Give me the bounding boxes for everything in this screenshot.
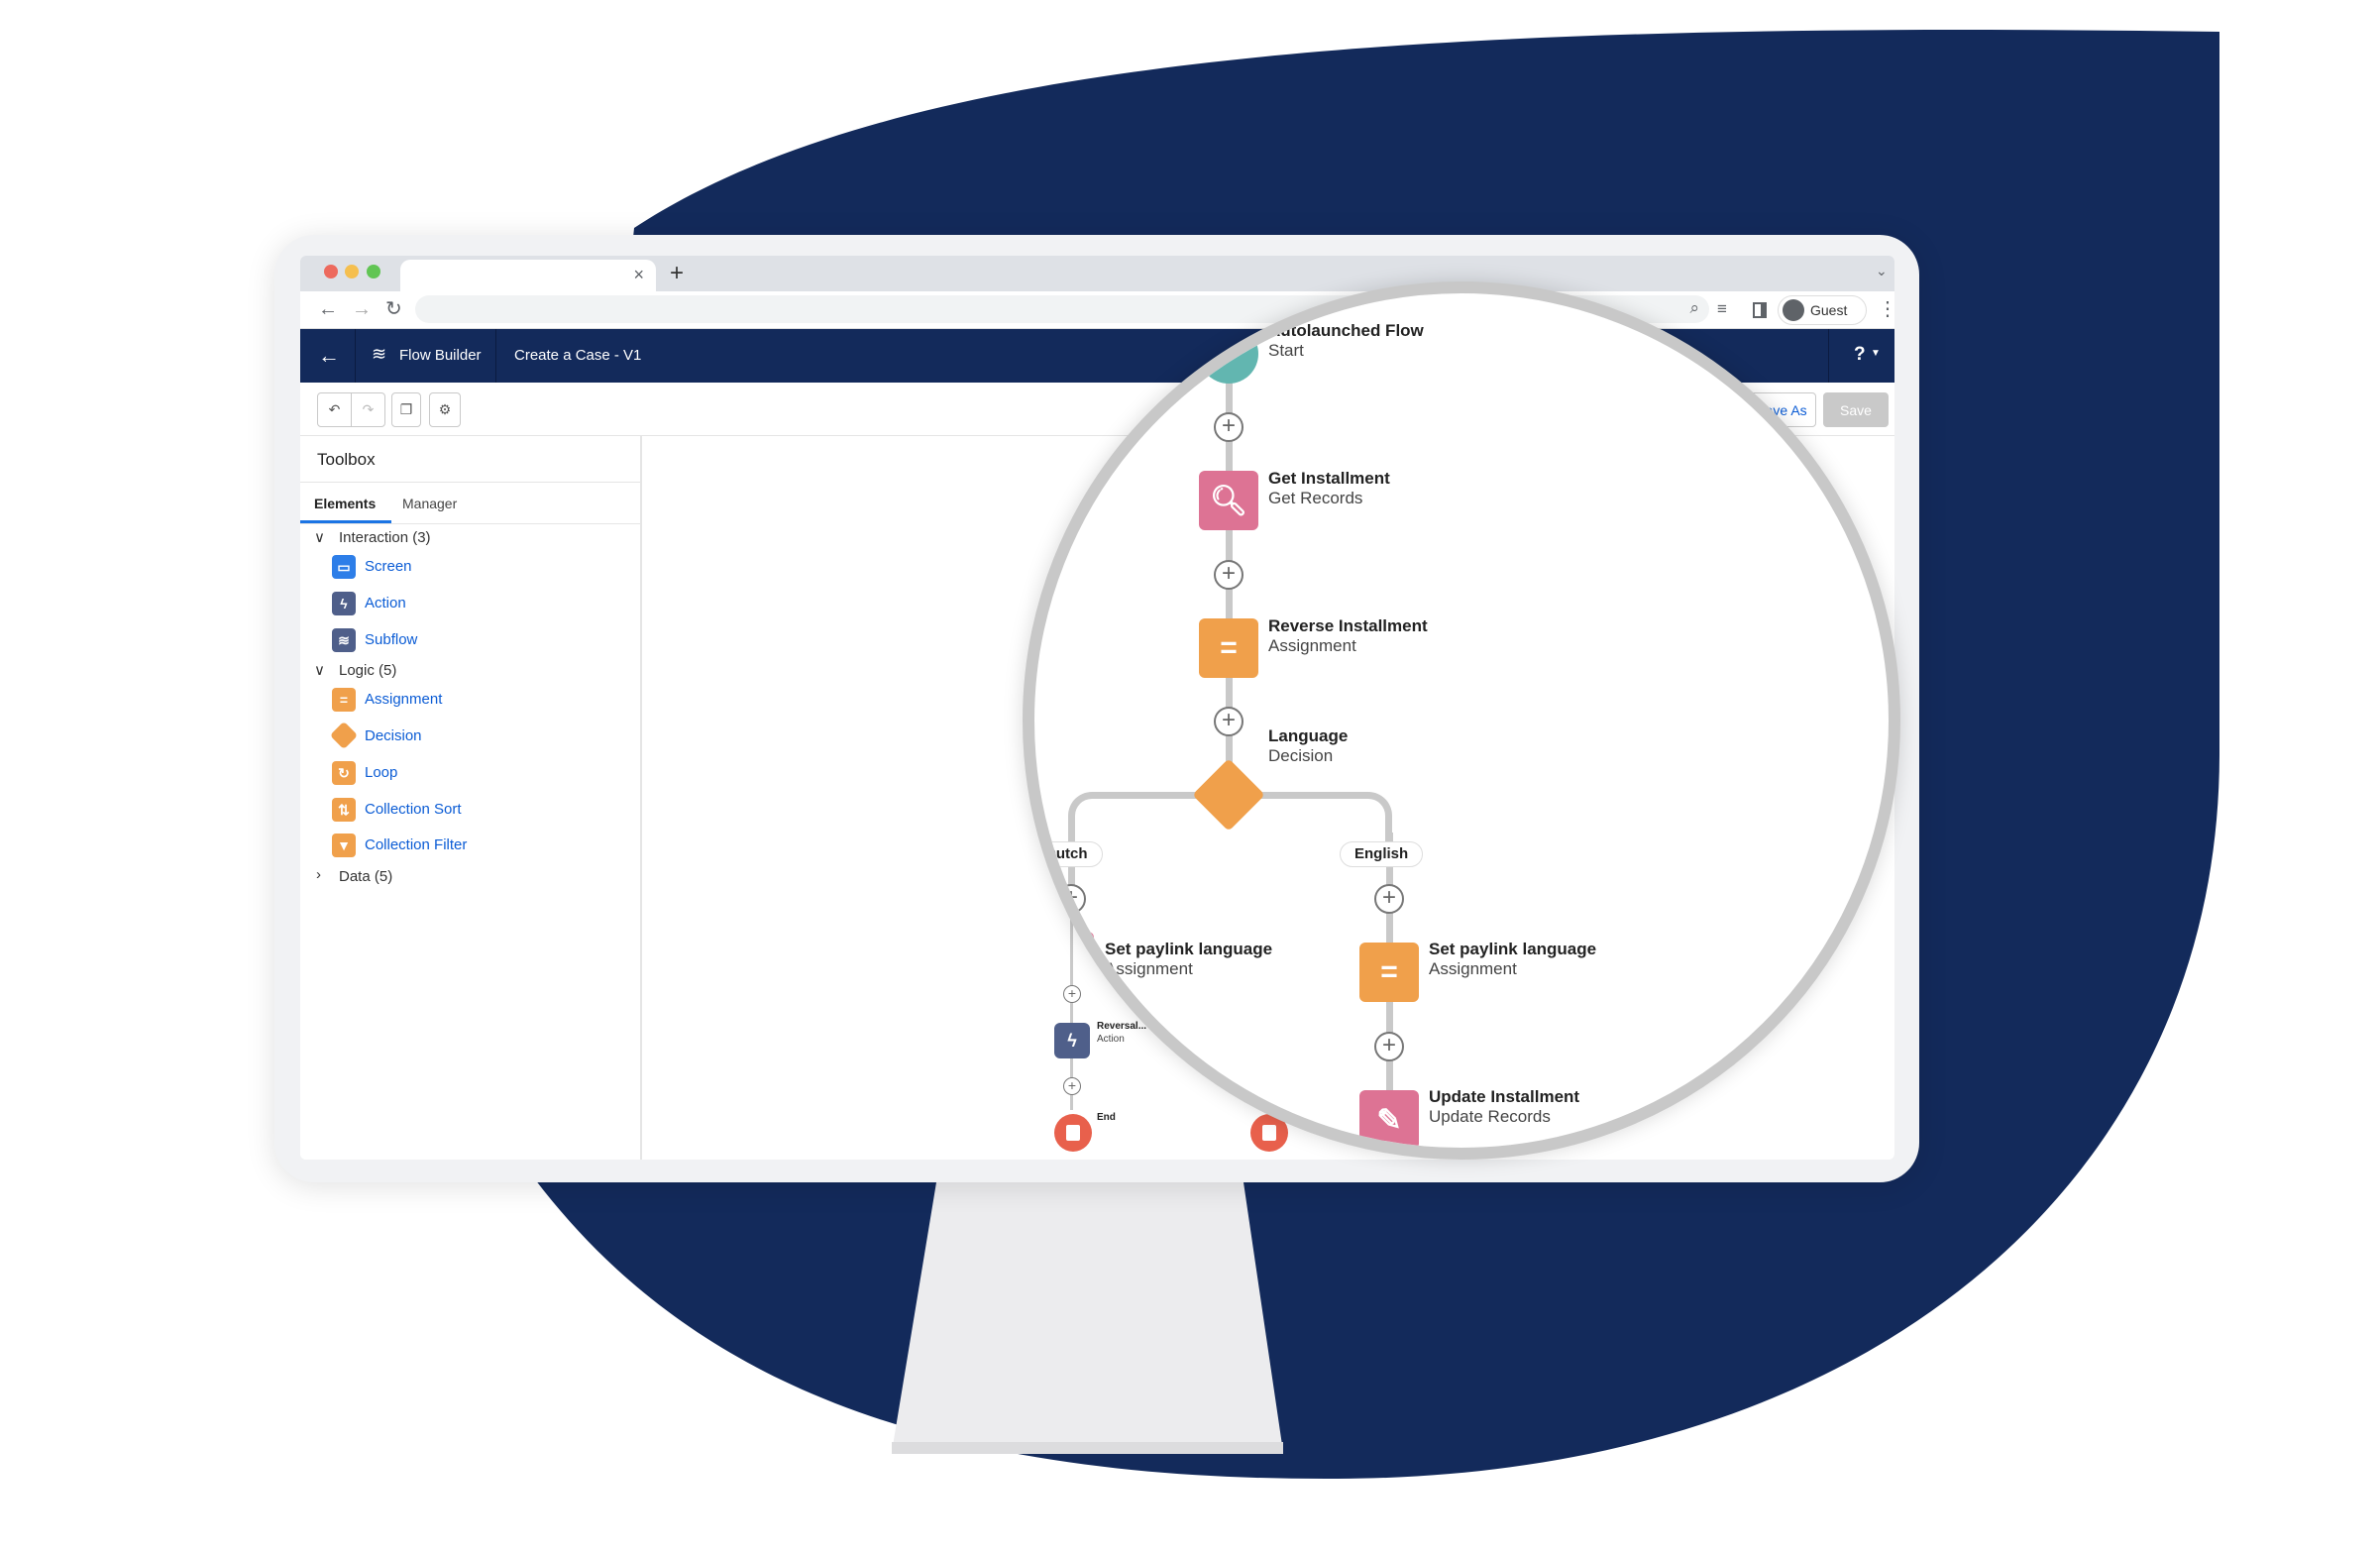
add-element-button[interactable]: + [1374, 1032, 1404, 1061]
tab-elements[interactable]: Elements [314, 496, 376, 511]
get-records-node[interactable]: 🔍︎ [1199, 471, 1258, 530]
browser-tab[interactable]: × [400, 260, 656, 291]
redo-button[interactable]: ↷ [351, 392, 385, 427]
node-title: Get Installment [1268, 469, 1390, 488]
screen-icon: ▭ [332, 555, 356, 579]
assignment-node[interactable]: = [1199, 618, 1258, 678]
maximize-window-button[interactable] [367, 265, 380, 278]
node-title: Reverse Installment [1268, 616, 1428, 635]
add-element-button[interactable]: + [1214, 560, 1244, 590]
chevron-down-icon[interactable]: ⌄ [1876, 264, 1888, 278]
subflow-icon: ≋ [332, 628, 356, 652]
node-title: Update Installment [1429, 1087, 1580, 1106]
add-element-button[interactable]: + [1374, 884, 1404, 914]
action-icon: ϟ [332, 592, 356, 615]
add-element-button[interactable]: + [1056, 884, 1086, 914]
node-title: Set paylink language [1105, 940, 1273, 958]
add-element-button[interactable]: + [1214, 707, 1244, 736]
toolbox-item-action[interactable]: Action [365, 595, 406, 611]
group-data[interactable]: Data (5) [339, 868, 392, 885]
filter-icon: ▼ [332, 834, 356, 857]
toolbox-item-loop[interactable]: Loop [365, 764, 397, 781]
node-title: Language [1268, 726, 1349, 745]
tab-bar: × + ⌄ [300, 256, 1894, 291]
app-name: Flow Builder [399, 347, 482, 364]
copy-icon[interactable]: ❐ [391, 392, 421, 427]
branch-label-english[interactable]: English [1340, 841, 1424, 867]
update-records-node[interactable]: ✎ [1054, 932, 1094, 971]
assignment-node[interactable]: = [1359, 943, 1419, 1002]
group-interaction[interactable]: Interaction (3) [339, 529, 431, 546]
loop-icon: ↻ [332, 761, 356, 785]
close-window-button[interactable] [324, 265, 338, 278]
tab-close-icon[interactable]: × [633, 266, 644, 283]
node-type: Start [1268, 341, 1304, 360]
back-icon[interactable]: ← [318, 299, 338, 319]
toolbox-title: Toolbox [317, 450, 376, 469]
group-logic[interactable]: Logic (5) [339, 662, 396, 679]
assignment-icon: = [332, 688, 356, 712]
monitor-stand [892, 1182, 1283, 1452]
toolbox-panel: Toolbox Elements Manager ∨ Interaction (… [300, 436, 642, 1160]
toolbox-item-collection-filter[interactable]: Collection Filter [365, 836, 467, 853]
toolbox-item-decision[interactable]: Decision [365, 727, 422, 744]
toolbox-item-subflow[interactable]: Subflow [365, 631, 417, 648]
toolbox-item-collection-sort[interactable]: Collection Sort [365, 801, 462, 818]
node-type: Assignment [1429, 959, 1517, 978]
update-records-node[interactable]: ✎ [1359, 1090, 1419, 1148]
node-type: Decision [1268, 746, 1334, 765]
flow-icon: ≋ [372, 344, 387, 364]
toolbox-item-assignment[interactable]: Assignment [365, 691, 442, 708]
node-type: Assignment [1105, 959, 1193, 978]
undo-button[interactable]: ↶ [317, 392, 352, 427]
branch-label-dutch[interactable]: Dutch [1034, 841, 1103, 867]
chevron-down-icon[interactable]: ∨ [314, 528, 325, 546]
reload-icon[interactable]: ↻ [385, 299, 402, 319]
forward-icon[interactable]: → [352, 299, 372, 319]
back-arrow-icon[interactable]: ← [318, 343, 340, 369]
sort-icon: ⇅ [332, 798, 356, 822]
node-type: Get Records [1268, 489, 1363, 507]
node-title: Set paylink language [1429, 940, 1597, 958]
node-type: Assignment [1268, 636, 1356, 655]
toolbox-item-screen[interactable]: Screen [365, 558, 412, 575]
magnifier-lens: Autolaunched Flow Start + 🔍︎ Get Install… [1023, 281, 1900, 1160]
chevron-down-icon[interactable]: ∨ [314, 661, 325, 679]
add-element-button[interactable]: + [1214, 412, 1244, 442]
new-tab-button[interactable]: + [670, 262, 684, 285]
tab-manager[interactable]: Manager [402, 496, 457, 511]
node-type: Update Records [1429, 1107, 1551, 1126]
chevron-right-icon[interactable]: › [316, 866, 321, 883]
minimize-window-button[interactable] [345, 265, 359, 278]
start-node[interactable] [1199, 324, 1258, 384]
flow-title: Create a Case - V1 [514, 347, 642, 364]
decision-icon [329, 721, 359, 750]
node-title: Autolaunched Flow [1268, 321, 1424, 340]
gear-icon[interactable]: ⚙ [429, 392, 461, 427]
